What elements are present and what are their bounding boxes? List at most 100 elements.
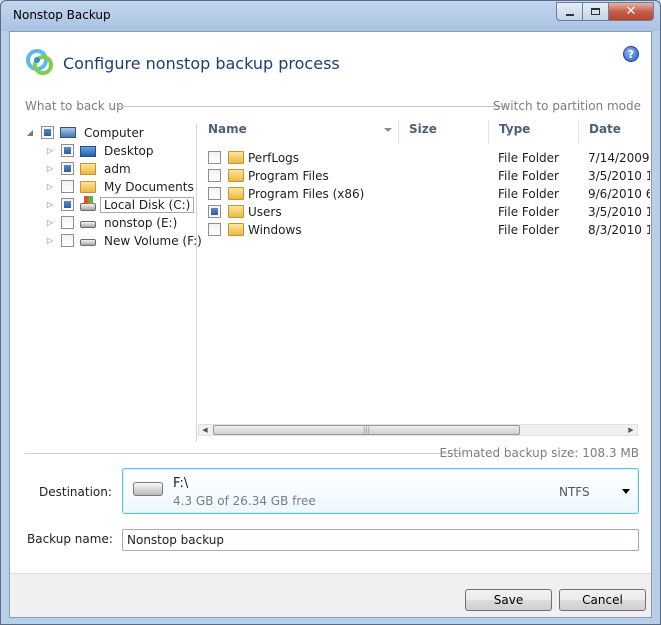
file-name: Program Files (248, 169, 329, 183)
column-header-date[interactable]: Date (589, 116, 621, 142)
disk-icon (80, 221, 96, 228)
tree-item-adm[interactable]: ▷ adm (45, 160, 135, 177)
folder-icon (228, 223, 244, 236)
file-type: File Folder (498, 205, 559, 219)
tree-checkbox[interactable] (61, 144, 74, 157)
file-name: PerfLogs (248, 151, 300, 165)
file-name: Program Files (x86) (248, 187, 365, 201)
file-checkbox[interactable] (208, 205, 221, 218)
dialog-footer: Save Cancel (10, 573, 651, 617)
file-list: Name Size Type Date PerfLogs File Folder… (198, 116, 650, 443)
dropdown-arrow-icon[interactable] (622, 489, 630, 494)
file-row-windows[interactable]: Windows File Folder 8/3/2010 1 (208, 221, 650, 239)
tree-checkbox[interactable] (61, 180, 74, 193)
file-checkbox[interactable] (208, 223, 221, 236)
destination-select[interactable]: F:\ 4.3 GB of 26.34 GB free NTFS (122, 468, 639, 514)
tree-item-label: Local Disk (C:) (100, 196, 195, 213)
file-row-perflogs[interactable]: PerfLogs File Folder 7/14/2009 (208, 149, 650, 167)
close-icon: ✕ (625, 4, 637, 19)
file-checkbox[interactable] (208, 169, 221, 182)
column-header-name[interactable]: Name (208, 116, 247, 142)
horizontal-scrollbar[interactable]: ◀ ||| ▶ (198, 424, 638, 436)
file-type: File Folder (498, 169, 559, 183)
column-separator[interactable] (488, 120, 489, 144)
file-date: 3/5/2010 1 (588, 205, 650, 219)
tree-item-desktop[interactable]: ▷ Desktop (45, 142, 158, 159)
maximize-icon (591, 8, 600, 15)
tree-checkbox[interactable] (61, 216, 74, 229)
destination-path: F:\ (173, 476, 189, 491)
tree-checkbox[interactable] (61, 162, 74, 175)
column-separator[interactable] (398, 120, 399, 144)
scroll-right-icon[interactable]: ▶ (625, 425, 637, 435)
scrollbar-thumb[interactable]: ||| (213, 425, 520, 435)
tree-item-label: Computer (84, 125, 144, 140)
tree-item-my-documents[interactable]: ▷ My Documents (45, 178, 198, 195)
help-icon[interactable]: ? (623, 46, 639, 62)
tree-checkbox[interactable] (61, 234, 74, 247)
folder-icon (228, 151, 244, 164)
switch-to-partition-mode-link[interactable]: Switch to partition mode (493, 99, 641, 113)
tree-checkbox[interactable] (41, 126, 54, 139)
tree-item-local-disk-c[interactable]: ▷ Local Disk (C:) (45, 196, 195, 213)
divider (25, 453, 465, 454)
file-name: Users (248, 205, 282, 219)
file-date: 7/14/2009 (588, 151, 650, 165)
folder-tree: ◢ Computer ▷ Desktop ▷ adm ▷ My Document… (25, 124, 202, 442)
expand-arrow-icon[interactable]: ◢ (25, 128, 35, 137)
hard-drive-icon (133, 482, 163, 496)
file-date: 3/5/2010 1 (588, 169, 650, 183)
close-button[interactable]: ✕ (609, 2, 654, 21)
section-header: What to back up Switch to partition mode (25, 99, 641, 113)
tree-item-label: nonstop (E:) (104, 215, 178, 230)
file-date: 8/3/2010 1 (588, 223, 650, 237)
minimize-button[interactable] (556, 2, 583, 21)
destination-label: Destination: (39, 485, 112, 499)
section-title: What to back up (25, 99, 130, 113)
tree-checkbox[interactable] (61, 198, 74, 211)
section-divider (117, 106, 506, 107)
destination-free-space: 4.3 GB of 26.34 GB free (173, 494, 316, 508)
file-checkbox[interactable] (208, 151, 221, 164)
folder-icon (228, 169, 244, 182)
expand-arrow-icon[interactable]: ▷ (45, 218, 55, 227)
nonstop-backup-logo-icon (26, 49, 53, 75)
title-bar[interactable]: Nonstop Backup ✕ (1, 1, 660, 31)
file-row-program-files-x86[interactable]: Program Files (x86) File Folder 9/6/2010… (208, 185, 650, 203)
save-button[interactable]: Save (465, 589, 552, 611)
sort-arrow-icon (384, 128, 392, 132)
tree-item-new-volume-f[interactable]: ▷ New Volume (F:) (45, 232, 206, 249)
tree-item-nonstop-e[interactable]: ▷ nonstop (E:) (45, 214, 181, 231)
file-type: File Folder (498, 223, 559, 237)
user-folder-icon (80, 162, 96, 175)
maximize-button[interactable] (583, 2, 609, 21)
file-type: File Folder (498, 151, 559, 165)
expand-arrow-icon[interactable]: ▷ (45, 182, 55, 191)
documents-folder-icon (80, 180, 96, 193)
tree-item-label: New Volume (F:) (104, 233, 202, 248)
scroll-left-icon[interactable]: ◀ (199, 425, 211, 435)
tree-item-computer[interactable]: ◢ Computer (25, 124, 148, 141)
app-window: Nonstop Backup ✕ Configure nonstop backu… (0, 0, 661, 625)
window-controls: ✕ (556, 2, 654, 21)
expand-arrow-icon[interactable]: ▷ (45, 146, 55, 155)
backup-name-input[interactable] (122, 529, 639, 551)
column-header-type[interactable]: Type (499, 116, 530, 142)
cancel-button[interactable]: Cancel (559, 589, 646, 611)
file-row-users[interactable]: Users File Folder 3/5/2010 1 (208, 203, 650, 221)
window-title: Nonstop Backup (13, 8, 111, 22)
tree-item-label: adm (104, 161, 131, 176)
dialog-body: Configure nonstop backup process ? What … (9, 31, 652, 618)
column-header-size[interactable]: Size (409, 116, 437, 142)
expand-arrow-icon[interactable]: ▷ (45, 236, 55, 245)
tree-item-label: My Documents (104, 179, 194, 194)
folder-icon (228, 187, 244, 200)
file-row-program-files[interactable]: Program Files File Folder 3/5/2010 1 (208, 167, 650, 185)
column-separator[interactable] (578, 120, 579, 144)
disk-icon (80, 239, 96, 246)
expand-arrow-icon[interactable]: ▷ (45, 164, 55, 173)
computer-icon (60, 127, 76, 138)
expand-arrow-icon[interactable]: ▷ (45, 200, 55, 209)
backup-name-label: Backup name: (27, 532, 113, 546)
file-checkbox[interactable] (208, 187, 221, 200)
